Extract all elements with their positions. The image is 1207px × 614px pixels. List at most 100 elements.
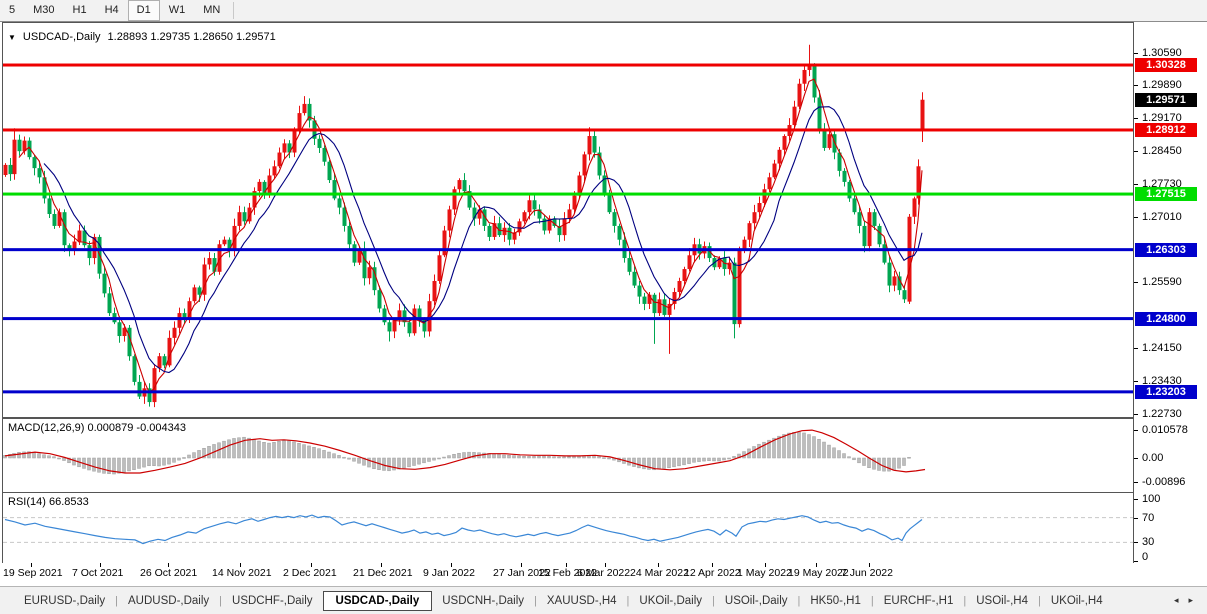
- rsi-tick-label: 100: [1142, 493, 1160, 505]
- level-price-badge: 1.30328: [1135, 58, 1197, 72]
- date-tick: [168, 563, 169, 567]
- price-tick: [1134, 414, 1138, 415]
- rsi-tick-label: 70: [1142, 512, 1154, 524]
- timeframe-button-h1[interactable]: H1: [64, 0, 96, 21]
- price-tick: [1134, 348, 1138, 349]
- date-label: 1 May 2022: [737, 567, 792, 579]
- macd-tick: [1134, 482, 1138, 483]
- level-line: [3, 248, 1133, 251]
- date-tick: [31, 563, 32, 567]
- price-tick-label: 1.25590: [1142, 276, 1182, 288]
- price-tick: [1134, 217, 1138, 218]
- price-tick-label: 1.27010: [1142, 211, 1182, 223]
- date-label: 6 Mar 2022: [577, 567, 630, 579]
- macd-panel: [4, 430, 926, 474]
- chart-ohlc-values: 1.28893 1.29735 1.28650 1.29571: [108, 31, 276, 43]
- tab-scroll-left-icon[interactable]: ◂: [1174, 595, 1179, 606]
- tab-scroll-arrows: ◂▸: [1174, 595, 1193, 606]
- date-label: 24 Mar 2022: [630, 567, 689, 579]
- rsi-indicator-label: RSI(14) 66.8533: [8, 496, 89, 508]
- level-price-badge: 1.26303: [1135, 243, 1197, 257]
- chart-tab-eurchf[interactable]: EURCHF-,H1: [874, 592, 964, 610]
- date-label: 2 Dec 2021: [283, 567, 337, 579]
- price-tick: [1134, 53, 1138, 54]
- level-line: [3, 128, 1133, 131]
- chart-tab-usdcad[interactable]: USDCAD-,Daily: [323, 591, 433, 611]
- date-axis[interactable]: 19 Sep 20217 Oct 202126 Oct 202114 Nov 2…: [0, 563, 1134, 586]
- chart-symbol-label: USDCAD-,Daily: [23, 31, 101, 43]
- chart-tab-eurusd[interactable]: EURUSD-,Daily: [14, 592, 115, 610]
- rsi-tick: [1134, 542, 1138, 543]
- price-tick-label: 1.22730: [1142, 408, 1182, 420]
- timeframe-button-h4[interactable]: H4: [96, 0, 128, 21]
- date-label: 19 May 2022: [788, 567, 849, 579]
- date-tick: [240, 563, 241, 567]
- macd-tick-label: -0.00896: [1142, 476, 1185, 488]
- chart-tab-usoil[interactable]: USOil-,Daily: [715, 592, 798, 610]
- ma-fast-line: [19, 79, 922, 392]
- date-label: 14 Nov 2021: [212, 567, 272, 579]
- date-tick: [658, 563, 659, 567]
- chart-tab-hk50[interactable]: HK50-,H1: [800, 592, 871, 610]
- timeframe-button-w1[interactable]: W1: [160, 0, 195, 21]
- rsi-tick: [1134, 518, 1138, 519]
- date-label: 12 Apr 2022: [684, 567, 741, 579]
- chart-window[interactable]: ▼ USDCAD-,Daily 1.28893 1.29735 1.28650 …: [0, 22, 1207, 614]
- rsi-tick-label: 0: [1142, 551, 1148, 563]
- level-price-badge: 1.28912: [1135, 123, 1197, 137]
- rsi-tick: [1134, 499, 1138, 500]
- date-tick: [765, 563, 766, 567]
- date-tick: [451, 563, 452, 567]
- chart-dropdown-icon[interactable]: ▼: [8, 33, 16, 42]
- date-tick: [311, 563, 312, 567]
- date-label: 7 Oct 2021: [72, 567, 123, 579]
- macd-tick-label: 0.00: [1142, 452, 1163, 464]
- price-tick-label: 1.28450: [1142, 145, 1182, 157]
- chart-tab-usoil[interactable]: USOil-,H4: [966, 592, 1038, 610]
- date-tick: [521, 563, 522, 567]
- date-tick: [100, 563, 101, 567]
- level-price-badge: 1.27515: [1135, 187, 1197, 201]
- chart-tab-usdchf[interactable]: USDCHF-,Daily: [222, 592, 323, 610]
- timeframe-button-m30[interactable]: M30: [24, 0, 63, 21]
- rsi-panel: [3, 515, 1133, 544]
- timeframe-button-mn[interactable]: MN: [194, 0, 229, 21]
- price-tick: [1134, 118, 1138, 119]
- date-tick: [816, 563, 817, 567]
- date-tick: [712, 563, 713, 567]
- chart-tab-ukoil[interactable]: UKOil-,Daily: [629, 592, 712, 610]
- macd-tick-label: 0.010578: [1142, 424, 1188, 436]
- mt4-terminal: 5M30H1H4D1W1MN ▼ USDCAD-,Daily 1.28893 1…: [0, 0, 1207, 614]
- date-tick: [381, 563, 382, 567]
- level-line: [3, 193, 1133, 196]
- level-line: [3, 317, 1133, 320]
- chart-tab-usdcnh[interactable]: USDCNH-,Daily: [432, 592, 534, 610]
- chart-canvas[interactable]: [0, 22, 1134, 563]
- current-price-badge: 1.29571: [1135, 93, 1197, 107]
- level-price-badge: 1.24800: [1135, 312, 1197, 326]
- tab-scroll-right-icon[interactable]: ▸: [1188, 595, 1193, 606]
- chart-tab-audusd[interactable]: AUDUSD-,Daily: [118, 592, 219, 610]
- candles: [4, 45, 925, 407]
- price-tick: [1134, 381, 1138, 382]
- chart-tab-xauusd[interactable]: XAUUSD-,H4: [537, 592, 627, 610]
- rsi-tick: [1134, 561, 1138, 562]
- timeframe-button-5[interactable]: 5: [0, 0, 24, 21]
- date-tick: [605, 563, 606, 567]
- price-tick: [1134, 85, 1138, 86]
- timeframe-button-d1[interactable]: D1: [128, 0, 160, 21]
- chart-tab-ukoil[interactable]: UKOil-,H4: [1041, 592, 1113, 610]
- date-label: 9 Jan 2022: [423, 567, 475, 579]
- level-price-badge: 1.23203: [1135, 385, 1197, 399]
- chart-title: ▼ USDCAD-,Daily 1.28893 1.29735 1.28650 …: [8, 31, 276, 43]
- timeframe-toolbar: 5M30H1H4D1W1MN: [0, 0, 1207, 22]
- date-label: 19 Sep 2021: [3, 567, 63, 579]
- macd-indicator-label: MACD(12,26,9) 0.000879 -0.004343: [8, 422, 186, 434]
- macd-tick: [1134, 458, 1138, 459]
- date-label: 7 Jun 2022: [841, 567, 893, 579]
- price-tick: [1134, 282, 1138, 283]
- price-axis[interactable]: 1.305901.298901.291701.284501.277301.270…: [1134, 22, 1207, 563]
- date-label: 21 Dec 2021: [353, 567, 413, 579]
- price-tick: [1134, 184, 1138, 185]
- chart-tab-bar: EURUSD-,Daily|AUDUSD-,Daily|USDCHF-,Dail…: [0, 586, 1207, 614]
